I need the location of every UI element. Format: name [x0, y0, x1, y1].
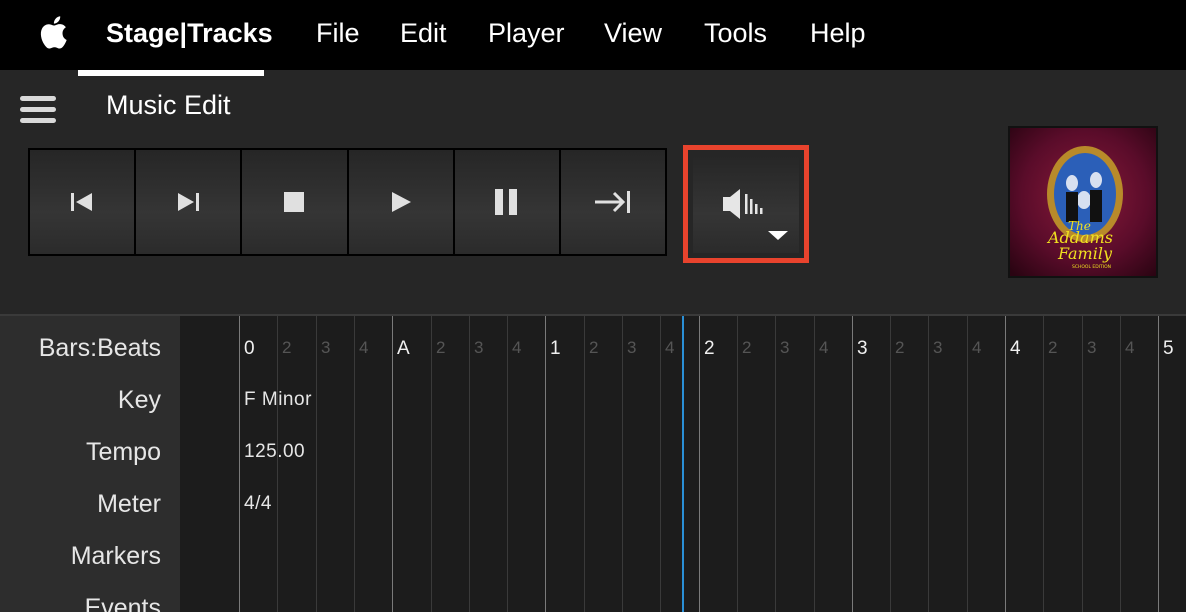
bar-label: 4: [1010, 338, 1021, 359]
beat-label: 2: [589, 338, 599, 357]
tempo-value[interactable]: 125.00: [244, 441, 305, 463]
beat-gridline: [814, 316, 815, 612]
beat-label: 2: [436, 338, 446, 357]
beat-label: 3: [933, 338, 943, 357]
beat-label: 4: [972, 338, 982, 357]
play-icon: [391, 192, 411, 212]
bar-gridline: [545, 316, 546, 612]
beat-gridline: [431, 316, 432, 612]
beat-label: 2: [1048, 338, 1058, 357]
menu-tools[interactable]: Tools: [704, 16, 767, 50]
bar-gridline: [392, 316, 393, 612]
label-meter: Meter: [97, 490, 161, 518]
menu-file[interactable]: File: [316, 16, 360, 50]
meter-value[interactable]: 4/4: [244, 493, 272, 515]
beat-gridline: [316, 316, 317, 612]
beat-gridline: [737, 316, 738, 612]
beat-label: 4: [1125, 338, 1135, 357]
bar-gridline: [1005, 316, 1006, 612]
beat-label: 2: [742, 338, 752, 357]
skip-back-button[interactable]: [30, 150, 135, 254]
bar-label: 1: [550, 338, 561, 359]
hamburger-menu-icon[interactable]: [20, 96, 56, 124]
beat-label: 4: [665, 338, 675, 357]
album-art[interactable]: The Addams Family SCHOOL EDITION: [1008, 126, 1158, 278]
beat-gridline: [1120, 316, 1121, 612]
menu-view[interactable]: View: [604, 16, 662, 50]
beat-label: 4: [819, 338, 829, 357]
label-bars-beats: Bars:Beats: [38, 334, 161, 362]
beat-gridline: [660, 316, 661, 612]
jump-to-end-button[interactable]: [560, 150, 666, 254]
transport-controls: [28, 148, 667, 256]
volume-icon: [723, 189, 763, 219]
page-title: Music Edit: [106, 90, 231, 120]
bar-gridline: [852, 316, 853, 612]
bar-label: A: [397, 338, 410, 359]
pause-icon: [494, 189, 517, 215]
beat-gridline: [928, 316, 929, 612]
beat-label: 2: [282, 338, 292, 357]
beat-gridline: [775, 316, 776, 612]
playhead[interactable]: [682, 316, 684, 612]
label-key: Key: [117, 386, 161, 414]
skip-forward-icon: [178, 193, 200, 211]
menu-help[interactable]: Help: [810, 16, 866, 50]
active-app-underline: [78, 70, 264, 76]
label-tempo: Tempo: [85, 438, 161, 466]
menu-app-name[interactable]: Stage|Tracks: [106, 16, 273, 50]
volume-button[interactable]: [693, 155, 799, 253]
beat-gridline: [584, 316, 585, 612]
bar-gridline: [239, 316, 240, 612]
menu-edit[interactable]: Edit: [400, 16, 447, 50]
beat-gridline: [507, 316, 508, 612]
stop-icon: [284, 192, 305, 212]
play-button[interactable]: [348, 150, 453, 254]
apple-icon[interactable]: [38, 14, 68, 50]
label-events: Events: [84, 594, 161, 612]
beat-gridline: [1082, 316, 1083, 612]
beat-gridline: [622, 316, 623, 612]
beat-label: 3: [627, 338, 637, 357]
menu-player[interactable]: Player: [488, 16, 565, 50]
beat-gridline: [469, 316, 470, 612]
beat-gridline: [890, 316, 891, 612]
beat-label: 3: [474, 338, 484, 357]
skip-forward-button[interactable]: [136, 150, 241, 254]
menu-bar: Stage|Tracks File Edit Player View Tools…: [0, 0, 1186, 70]
track-labels: Bars:Beats Key Tempo Meter Markers Event…: [0, 316, 180, 612]
beat-gridline: [354, 316, 355, 612]
beat-label: 3: [321, 338, 331, 357]
beat-gridline: [967, 316, 968, 612]
beat-label: 3: [1087, 338, 1097, 357]
album-title-line3: Family: [1057, 244, 1113, 263]
bar-gridline: [1158, 316, 1159, 612]
key-value[interactable]: F Minor: [244, 389, 312, 411]
label-markers: Markers: [70, 542, 161, 570]
beat-label: 2: [895, 338, 905, 357]
beat-label: 3: [780, 338, 790, 357]
beat-gridline: [277, 316, 278, 612]
chevron-down-icon: [768, 231, 788, 240]
timeline-grid[interactable]: F Minor 125.00 4/4 0 2 3 4 A 2 3 4 1 2 3 4 2 2 3 4 3 2 3 4 4…: [180, 316, 1186, 612]
bar-label: 3: [857, 338, 868, 359]
skip-back-icon: [71, 193, 93, 211]
bar-label: 2: [704, 338, 715, 359]
beat-gridline: [1043, 316, 1044, 612]
album-subtitle: SCHOOL EDITION: [1072, 264, 1111, 270]
beat-label: 4: [359, 338, 369, 357]
bar-label: 0: [244, 338, 255, 359]
pause-button[interactable]: [454, 150, 559, 254]
bar-gridline: [699, 316, 700, 612]
jump-to-end-icon: [594, 191, 630, 213]
beat-label: 4: [512, 338, 522, 357]
bar-label: 5: [1163, 338, 1174, 359]
stop-button[interactable]: [242, 150, 347, 254]
